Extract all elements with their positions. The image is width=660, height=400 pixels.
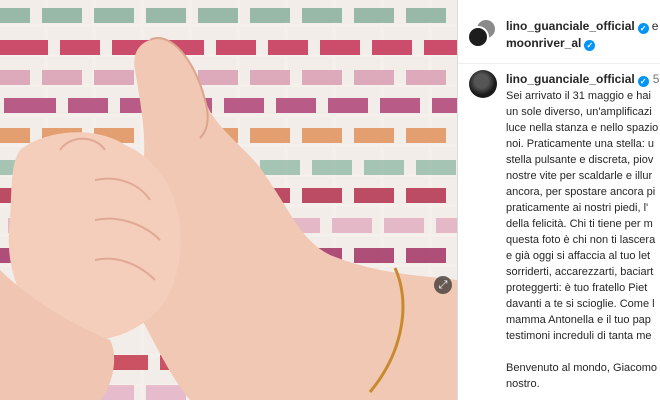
caption-line: nostro. — [506, 378, 540, 390]
verified-badge-icon: ✓ — [637, 23, 649, 34]
caption-line: e già oggi si affaccia al tuo let — [506, 250, 651, 262]
caption-line: luce nella stanza e nello spazio — [506, 122, 659, 134]
caption-line: nostre vite per scaldarle e illur — [506, 170, 653, 182]
conjunction-text: e — [651, 19, 659, 33]
caption-line: mamma Antonella e il tuo pap — [506, 314, 651, 326]
timestamp: 5 h — [652, 72, 660, 86]
caption-line: della felicità. Chi ti tiene per m — [506, 218, 653, 230]
caption-line: questa foto è chi non ti lascera — [506, 234, 656, 246]
post-photo[interactable]: ⤢ — [0, 0, 457, 400]
caption-line: ancora, per spostare ancora pi — [506, 186, 656, 198]
collab-avatars[interactable] — [467, 18, 497, 48]
caption-line: davanti a te si scioglie. Come l — [506, 298, 655, 310]
expand-icon[interactable]: ⤢ — [434, 276, 452, 294]
caption-line: noi. Praticamente una stella: u — [506, 138, 654, 150]
username-link[interactable]: lino_guanciale_official — [506, 19, 635, 33]
post-header: lino_guanciale_official ✓ e moonriver_al ✓ — [458, 0, 660, 64]
caption-line — [506, 344, 660, 360]
avatar — [467, 26, 489, 48]
caption-line: Benvenuto al mondo, Giacomo — [506, 362, 658, 374]
verified-badge-icon: ✓ — [637, 76, 649, 87]
caption-line: stella pulsante e discreta, piov — [506, 154, 654, 166]
caption-line: praticamente ai nostri piedi, l' — [506, 202, 649, 214]
collab-usernames: lino_guanciale_official ✓ e moonriver_al ✓ — [506, 18, 658, 52]
caption-line: testimoni increduli di tanta me — [506, 330, 652, 342]
caption-line: un sole diverso, un'amplificazi — [506, 106, 652, 118]
caption-line: sorriderti, accarezzarti, baciart — [506, 266, 654, 278]
caption-header: lino_guanciale_official✓5 h — [506, 72, 660, 87]
caption-text: Sei arrivato il 31 maggio e hai un sole d… — [506, 88, 660, 392]
username-link[interactable]: lino_guanciale_official — [506, 72, 635, 86]
caption-line: Sei arrivato il 31 maggio e hai — [506, 90, 651, 102]
avatar[interactable] — [469, 70, 497, 98]
post-side-panel: lino_guanciale_official ✓ e moonriver_al ✓ … — [457, 0, 660, 400]
hands-illustration — [0, 37, 457, 400]
verified-badge-icon: ✓ — [584, 40, 596, 51]
caption-line: proteggerti: è tuo fratello Piet — [506, 282, 648, 294]
username-link[interactable]: moonriver_al — [506, 36, 581, 50]
